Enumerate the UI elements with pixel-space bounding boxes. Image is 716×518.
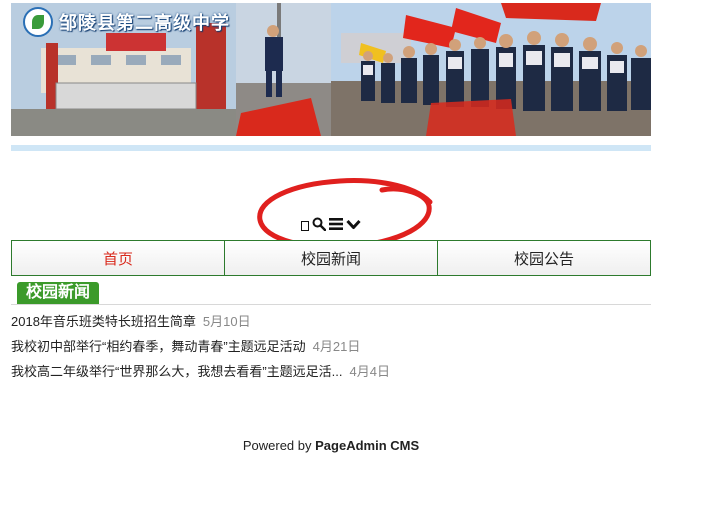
news-section-header: 校园新闻 — [11, 282, 651, 305]
news-list: 2018年音乐班类特长班招生简章 5月10日 我校初中部举行“相约春季，舞动青春”… — [11, 312, 651, 387]
nav-item-campus-notices[interactable]: 校园公告 — [438, 241, 650, 275]
footer: Powered by PageAdmin CMS — [0, 438, 662, 453]
toolbar-icons — [301, 216, 361, 236]
news-title[interactable]: 我校高二年级举行“世界那么大，我想去看看”主题远足活... — [11, 364, 343, 379]
news-date: 4月21日 — [312, 339, 361, 354]
main-nav: 首页 校园新闻 校园公告 — [11, 240, 651, 276]
news-date: 5月10日 — [202, 314, 251, 329]
nav-item-campus-news[interactable]: 校园新闻 — [225, 241, 438, 275]
list-item: 我校高二年级举行“世界那么大，我想去看看”主题远足活... 4月4日 — [11, 362, 651, 387]
list-item: 2018年音乐班类特长班招生简章 5月10日 — [11, 312, 651, 337]
menu-icon[interactable] — [329, 217, 343, 235]
footer-brand-link[interactable]: PageAdmin CMS — [315, 438, 419, 453]
school-logo — [23, 7, 53, 37]
news-title[interactable]: 我校初中部举行“相约春季，舞动青春”主题远足活动 — [11, 339, 306, 354]
news-title[interactable]: 2018年音乐班类特长班招生简章 — [11, 314, 196, 329]
annotation-circle — [257, 178, 433, 250]
missing-glyph-icon — [301, 221, 309, 231]
header-divider — [11, 145, 651, 151]
news-date: 4月4日 — [349, 364, 390, 379]
chevron-down-icon[interactable] — [346, 217, 361, 235]
list-item: 我校初中部举行“相约春季，舞动青春”主题远足活动 4月21日 — [11, 337, 651, 362]
header-banner: 邹陵县第二高级中学 — [11, 3, 651, 136]
news-section-title[interactable]: 校园新闻 — [17, 282, 100, 304]
search-icon[interactable] — [312, 217, 327, 236]
footer-prefix: Powered by — [242, 438, 312, 453]
nav-item-home[interactable]: 首页 — [12, 241, 225, 275]
school-name: 邹陵县第二高级中学 — [59, 13, 230, 34]
